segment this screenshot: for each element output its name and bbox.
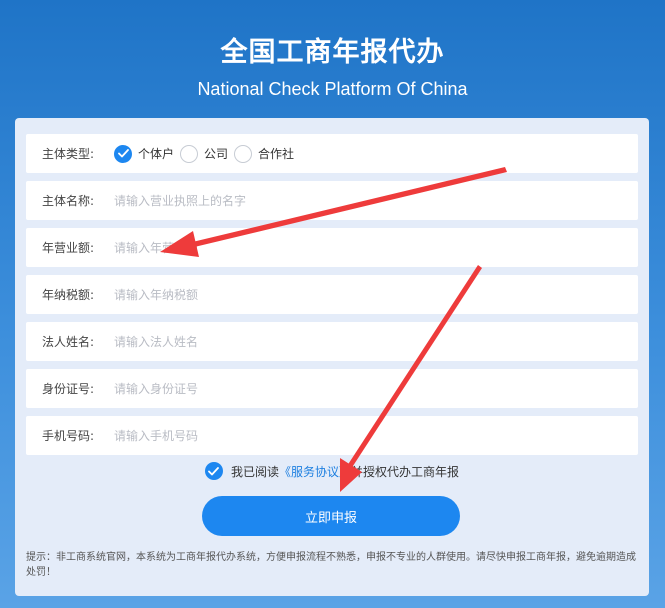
radio-unchecked-icon[interactable] xyxy=(234,144,253,163)
radio-cooperative-label: 合作社 xyxy=(258,147,295,161)
legal-person-label: 法人姓名: xyxy=(42,335,95,349)
check-icon xyxy=(117,149,129,158)
declaration-form: 主体类型: 个体户 公司 合作社 主体名称: 年营业额: 年纳税额: xyxy=(15,118,649,596)
id-number-label: 身份证号: xyxy=(42,382,95,396)
id-number-row: 身份证号: xyxy=(26,369,638,408)
entity-type-label: 主体类型: xyxy=(42,147,95,161)
id-number-input[interactable] xyxy=(114,369,638,408)
radio-company[interactable]: 公司 xyxy=(180,144,229,163)
radio-unchecked-icon[interactable] xyxy=(180,144,199,163)
entity-name-label: 主体名称: xyxy=(42,194,95,208)
submit-button[interactable]: 立即申报 xyxy=(202,496,460,536)
entity-name-row: 主体名称: xyxy=(26,181,638,220)
agreement-row: 我已阅读 《服务协议》 并授权代办工商年报 xyxy=(15,462,649,480)
page-subtitle: National Check Platform Of China xyxy=(197,79,468,99)
phone-row: 手机号码: xyxy=(26,416,638,455)
agreement-suffix: 并授权代办工商年报 xyxy=(351,464,460,479)
annual-revenue-input[interactable] xyxy=(114,228,638,267)
radio-cooperative[interactable]: 合作社 xyxy=(234,144,295,163)
check-icon xyxy=(208,466,220,475)
page-header: 全国工商年报代办 National Check Platform Of Chin… xyxy=(0,34,665,102)
entity-name-input[interactable] xyxy=(114,181,638,220)
radio-individual-label: 个体户 xyxy=(138,147,175,161)
legal-person-input[interactable] xyxy=(114,322,638,361)
annual-tax-label: 年纳税额: xyxy=(42,288,95,302)
agreement-checkbox[interactable] xyxy=(204,462,223,480)
radio-company-label: 公司 xyxy=(204,147,229,161)
entity-type-row: 主体类型: 个体户 公司 合作社 xyxy=(26,134,638,173)
annual-tax-row: 年纳税额: xyxy=(26,275,638,314)
phone-label: 手机号码: xyxy=(42,429,95,443)
annual-tax-input[interactable] xyxy=(114,275,638,314)
entity-type-radio-group: 个体户 公司 合作社 xyxy=(114,144,300,163)
phone-input[interactable] xyxy=(114,416,638,455)
radio-checked-icon[interactable] xyxy=(114,144,132,163)
page-title: 全国工商年报代办 xyxy=(220,37,445,68)
service-agreement-link[interactable]: 《服务协议》 xyxy=(279,463,351,480)
notice-text: 提示：非工商系统官网，本系统为工商年报代办系统，方便申报流程不熟悉，申报不专业的… xyxy=(26,552,636,578)
radio-individual[interactable]: 个体户 xyxy=(114,144,175,163)
annual-revenue-label: 年营业额: xyxy=(42,241,95,255)
agreement-prefix: 我已阅读 xyxy=(230,464,279,479)
legal-person-row: 法人姓名: xyxy=(26,322,638,361)
annual-revenue-row: 年营业额: xyxy=(26,228,638,267)
